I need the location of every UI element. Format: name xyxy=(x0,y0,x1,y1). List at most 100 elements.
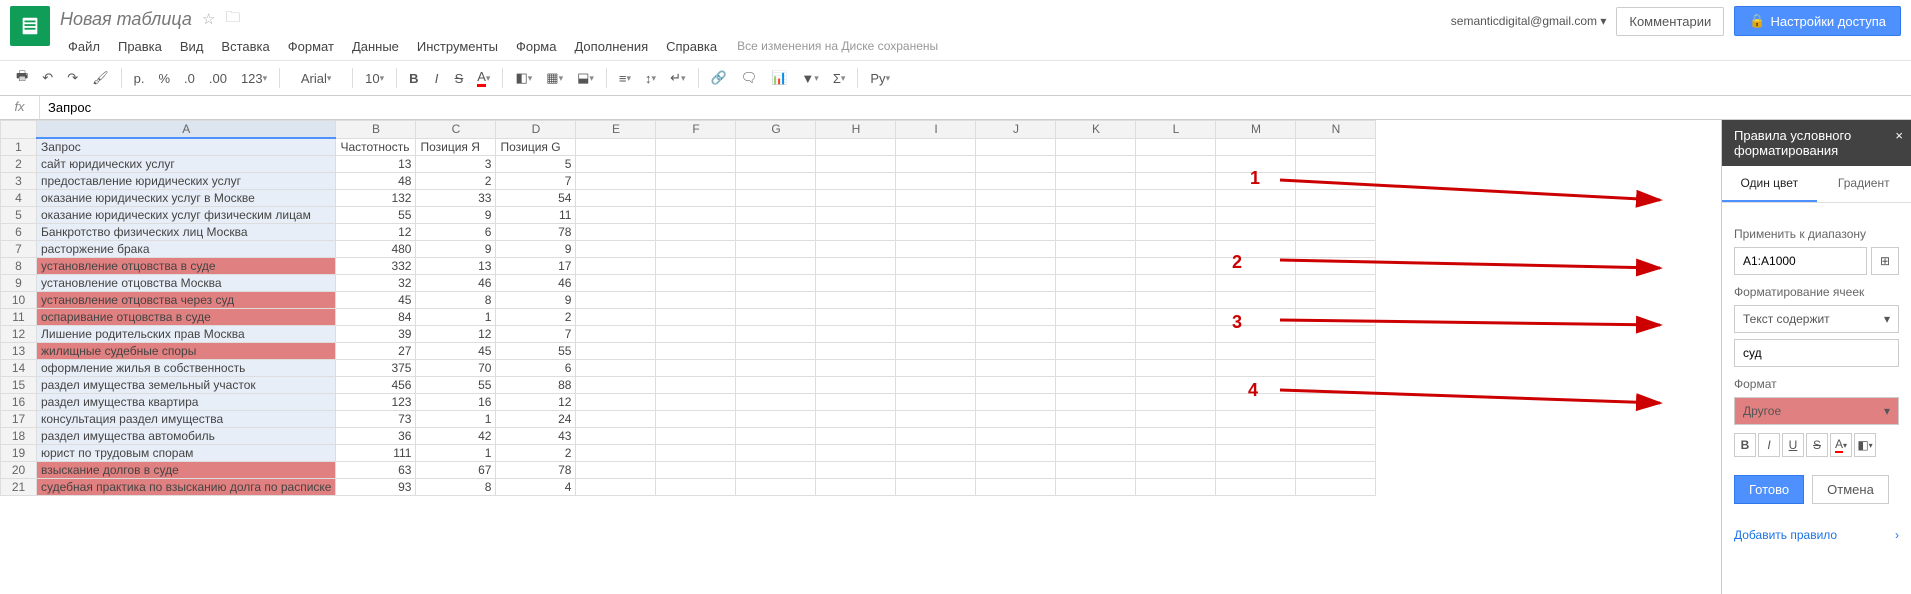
menu-данные[interactable]: Данные xyxy=(344,36,407,57)
cell[interactable] xyxy=(1296,241,1376,258)
cell[interactable] xyxy=(976,207,1056,224)
comment-button[interactable]: 🗨 xyxy=(735,66,764,90)
cell[interactable] xyxy=(736,207,816,224)
cell[interactable] xyxy=(976,343,1056,360)
input-lang-button[interactable]: Ру xyxy=(864,66,896,90)
cell[interactable] xyxy=(1296,275,1376,292)
cell[interactable]: расторжение брака xyxy=(37,241,336,258)
row-header[interactable]: 5 xyxy=(1,207,37,224)
cell[interactable]: 7 xyxy=(496,173,576,190)
cell[interactable] xyxy=(576,258,656,275)
cell[interactable]: 6 xyxy=(496,360,576,377)
cell[interactable]: 33 xyxy=(416,190,496,207)
fill-color-button[interactable]: ◧ xyxy=(509,66,538,90)
cell[interactable] xyxy=(656,173,736,190)
cell[interactable] xyxy=(1216,360,1296,377)
percent-button[interactable]: % xyxy=(152,66,176,90)
cell[interactable] xyxy=(1296,207,1376,224)
cell[interactable] xyxy=(736,360,816,377)
cell[interactable]: 9 xyxy=(496,241,576,258)
cell[interactable] xyxy=(1136,326,1216,343)
formula-input[interactable] xyxy=(40,96,1911,119)
col-header-K[interactable]: K xyxy=(1056,121,1136,139)
cell[interactable]: 67 xyxy=(416,462,496,479)
cell[interactable]: 55 xyxy=(416,377,496,394)
cell[interactable] xyxy=(1056,343,1136,360)
row-header[interactable]: 11 xyxy=(1,309,37,326)
cell[interactable] xyxy=(1216,411,1296,428)
cell[interactable]: 3 xyxy=(416,156,496,173)
cell[interactable] xyxy=(896,224,976,241)
cell[interactable]: Позиция G xyxy=(496,138,576,156)
cell[interactable] xyxy=(736,275,816,292)
cell[interactable]: 111 xyxy=(336,445,416,462)
cell[interactable]: установление отцовства через суд xyxy=(37,292,336,309)
cell[interactable] xyxy=(656,343,736,360)
filter-button[interactable]: ▼ xyxy=(795,66,824,90)
cell[interactable] xyxy=(1296,377,1376,394)
cell[interactable] xyxy=(736,377,816,394)
cell[interactable] xyxy=(736,343,816,360)
cell[interactable]: 332 xyxy=(336,258,416,275)
halign-button[interactable]: ≡ xyxy=(613,66,637,90)
close-icon[interactable]: × xyxy=(1895,128,1903,143)
cell[interactable] xyxy=(1136,428,1216,445)
cell[interactable]: взыскание долгов в суде xyxy=(37,462,336,479)
font-size-select[interactable]: 10 xyxy=(359,66,390,90)
cell[interactable] xyxy=(736,138,816,156)
condition-select[interactable]: Текст содержит▾ xyxy=(1734,305,1899,333)
cell[interactable] xyxy=(736,292,816,309)
cell[interactable] xyxy=(896,343,976,360)
menu-форма[interactable]: Форма xyxy=(508,36,565,57)
cell[interactable] xyxy=(816,360,896,377)
cell[interactable] xyxy=(816,258,896,275)
cell[interactable] xyxy=(1136,479,1216,496)
cell[interactable] xyxy=(816,445,896,462)
cell[interactable]: раздел имущества земельный участок xyxy=(37,377,336,394)
cell[interactable] xyxy=(1136,241,1216,258)
cell[interactable] xyxy=(976,428,1056,445)
cell[interactable] xyxy=(576,224,656,241)
cell[interactable] xyxy=(656,241,736,258)
cell[interactable] xyxy=(576,394,656,411)
cell[interactable]: 6 xyxy=(416,224,496,241)
cell[interactable] xyxy=(736,326,816,343)
cell[interactable] xyxy=(816,394,896,411)
cell[interactable] xyxy=(576,241,656,258)
cell[interactable]: 39 xyxy=(336,326,416,343)
cell[interactable]: раздел имущества квартира xyxy=(37,394,336,411)
cell[interactable] xyxy=(1136,173,1216,190)
strike-format-button[interactable]: S xyxy=(1806,433,1828,457)
cell[interactable] xyxy=(816,292,896,309)
borders-button[interactable]: ▦ xyxy=(540,66,569,90)
cell[interactable] xyxy=(656,445,736,462)
cell[interactable] xyxy=(1056,360,1136,377)
cell[interactable] xyxy=(816,309,896,326)
cell[interactable] xyxy=(1136,207,1216,224)
functions-button[interactable]: Σ xyxy=(827,66,852,90)
cell[interactable]: 42 xyxy=(416,428,496,445)
cell[interactable] xyxy=(576,343,656,360)
cell[interactable] xyxy=(736,258,816,275)
cell[interactable] xyxy=(576,360,656,377)
row-header[interactable]: 15 xyxy=(1,377,37,394)
cell[interactable] xyxy=(1056,428,1136,445)
cell[interactable] xyxy=(896,445,976,462)
cell[interactable] xyxy=(1296,156,1376,173)
menu-вид[interactable]: Вид xyxy=(172,36,212,57)
cell[interactable]: 48 xyxy=(336,173,416,190)
cell[interactable] xyxy=(656,138,736,156)
cell[interactable] xyxy=(1216,173,1296,190)
cell[interactable]: 9 xyxy=(416,207,496,224)
cell[interactable] xyxy=(656,207,736,224)
row-header[interactable]: 8 xyxy=(1,258,37,275)
cell[interactable] xyxy=(656,156,736,173)
cell[interactable] xyxy=(1296,462,1376,479)
cell[interactable] xyxy=(1216,309,1296,326)
cell[interactable] xyxy=(1136,224,1216,241)
cell[interactable] xyxy=(1216,326,1296,343)
cell[interactable]: предоставление юридических услуг xyxy=(37,173,336,190)
cell[interactable]: Лишение родительских прав Москва xyxy=(37,326,336,343)
cell[interactable]: 375 xyxy=(336,360,416,377)
col-header-M[interactable]: M xyxy=(1216,121,1296,139)
